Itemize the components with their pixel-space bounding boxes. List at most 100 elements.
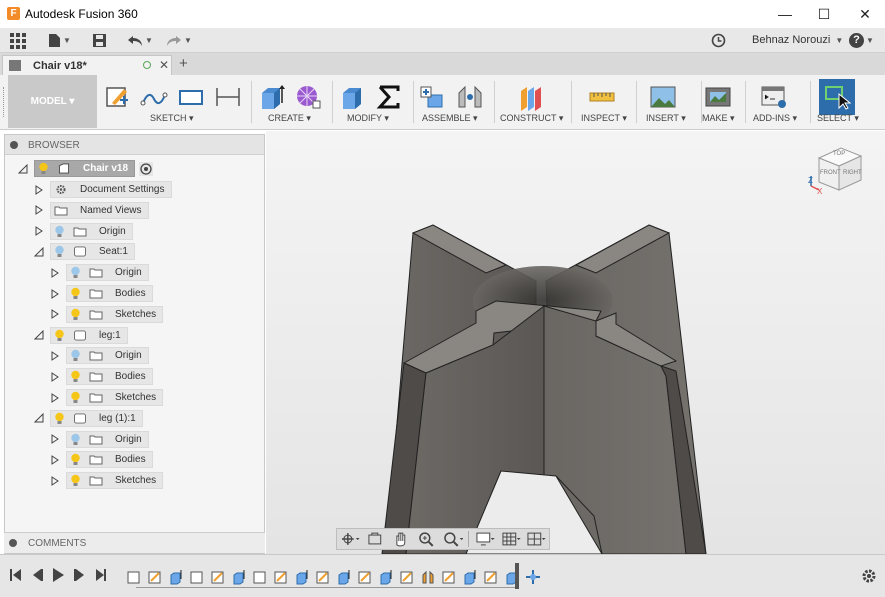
visibility-bulb-icon[interactable] bbox=[70, 391, 81, 404]
timeline-feature[interactable] bbox=[441, 569, 457, 585]
timeline-feature[interactable] bbox=[147, 569, 163, 585]
assemble-group[interactable]: ASSEMBLE ▾ bbox=[416, 75, 492, 128]
save-button[interactable] bbox=[92, 31, 107, 50]
viewports-icon[interactable] bbox=[525, 530, 547, 548]
expand-arrow-icon[interactable] bbox=[50, 267, 60, 278]
look-at-icon[interactable] bbox=[365, 530, 387, 548]
visibility-bulb-icon[interactable] bbox=[70, 474, 81, 487]
browser-node[interactable]: leg (1):1 bbox=[34, 409, 143, 428]
activate-radio-icon[interactable] bbox=[139, 161, 154, 176]
insert-group[interactable]: INSERT ▾ bbox=[639, 75, 699, 128]
timeline-feature[interactable] bbox=[462, 569, 478, 585]
timeline-feature[interactable] bbox=[399, 569, 415, 585]
collapse-arrow-icon[interactable] bbox=[18, 163, 28, 174]
collapse-arrow-icon[interactable] bbox=[34, 246, 44, 257]
visibility-bulb-icon[interactable] bbox=[38, 162, 49, 175]
expand-arrow-icon[interactable] bbox=[50, 434, 60, 445]
browser-node[interactable]: Bodies bbox=[50, 450, 153, 469]
canvas-viewport[interactable] bbox=[266, 131, 885, 554]
browser-node[interactable]: Origin bbox=[50, 346, 149, 365]
view-cube-front[interactable]: FRONT bbox=[820, 170, 841, 176]
browser-node[interactable]: Sketches bbox=[50, 471, 164, 490]
timeline-feature[interactable] bbox=[420, 569, 436, 585]
browser-node[interactable]: Origin bbox=[50, 430, 149, 449]
expand-arrow-icon[interactable] bbox=[50, 371, 60, 382]
collapse-arrow-icon[interactable] bbox=[34, 330, 44, 340]
data-panel-button[interactable] bbox=[10, 31, 26, 50]
timeline-feature[interactable] bbox=[315, 569, 331, 585]
close-tab-button[interactable]: ✕ bbox=[159, 58, 169, 72]
expand-arrow-icon[interactable] bbox=[34, 184, 44, 195]
make-group[interactable]: MAKE ▾ bbox=[702, 75, 744, 128]
browser-node[interactable]: Origin bbox=[34, 222, 133, 241]
undo-button[interactable]: ▼ bbox=[127, 31, 153, 50]
visibility-bulb-icon[interactable] bbox=[70, 433, 81, 446]
create-group[interactable]: CREATE ▾ bbox=[254, 75, 330, 128]
modify-group[interactable]: MODIFY ▾ bbox=[335, 75, 411, 128]
expand-arrow-icon[interactable] bbox=[50, 454, 60, 465]
timeline-feature[interactable] bbox=[168, 569, 184, 585]
timeline-feature[interactable] bbox=[231, 569, 247, 585]
browser-node[interactable]: Origin bbox=[50, 263, 149, 282]
timeline-feature[interactable] bbox=[210, 569, 226, 585]
browser-node[interactable]: Sketches bbox=[50, 388, 164, 407]
comments-panel[interactable]: COMMENTS bbox=[4, 532, 265, 553]
timeline-feature[interactable] bbox=[336, 569, 352, 585]
browser-root-node[interactable]: Chair v18 bbox=[18, 159, 154, 178]
timeline-track[interactable] bbox=[126, 565, 540, 588]
help-button[interactable]: ? ▼ bbox=[849, 31, 874, 50]
browser-node[interactable]: leg:1 bbox=[34, 326, 128, 345]
expand-arrow-icon[interactable] bbox=[50, 309, 60, 320]
redo-button[interactable]: ▼ bbox=[166, 31, 192, 50]
close-window-button[interactable]: ✕ bbox=[845, 0, 885, 28]
timeline-feature[interactable] bbox=[483, 569, 499, 585]
expand-arrow-icon[interactable] bbox=[50, 475, 60, 486]
expand-arrow-icon[interactable] bbox=[34, 226, 44, 237]
timeline-feature[interactable] bbox=[294, 569, 310, 585]
expand-arrow-icon[interactable] bbox=[34, 205, 44, 216]
timeline-feature[interactable] bbox=[126, 569, 142, 585]
orbit-icon[interactable] bbox=[339, 530, 361, 548]
sketch-group[interactable]: SKETCH ▾ bbox=[100, 75, 250, 128]
minimize-button[interactable]: — bbox=[765, 0, 805, 28]
user-account-menu[interactable]: Behnaz Norouzi ▼ bbox=[752, 34, 843, 46]
timeline-feature[interactable] bbox=[357, 569, 373, 585]
new-tab-button[interactable]: + bbox=[179, 55, 188, 72]
zoom-icon[interactable] bbox=[416, 530, 438, 548]
timeline-feature[interactable] bbox=[378, 569, 394, 585]
inspect-group[interactable]: INSPECT ▾ bbox=[574, 75, 634, 128]
timeline-feature[interactable] bbox=[525, 569, 541, 585]
browser-header[interactable]: BROWSER bbox=[5, 135, 264, 155]
maximize-button[interactable]: ☐ bbox=[804, 0, 844, 28]
construct-group[interactable]: CONSTRUCT ▾ bbox=[497, 75, 569, 128]
browser-node[interactable]: Named Views bbox=[34, 201, 149, 220]
add-ins-group[interactable]: ADD-INS ▾ bbox=[748, 75, 808, 128]
visibility-bulb-icon[interactable] bbox=[70, 266, 81, 279]
document-tab[interactable]: Chair v18* ✕ bbox=[2, 55, 172, 75]
visibility-bulb-icon[interactable] bbox=[54, 329, 65, 342]
expand-icon[interactable] bbox=[9, 539, 17, 547]
browser-node[interactable]: Document Settings bbox=[34, 180, 172, 199]
workspace-switcher[interactable]: MODEL ▾ bbox=[8, 75, 97, 128]
visibility-bulb-icon[interactable] bbox=[70, 370, 81, 383]
browser-node[interactable]: Bodies bbox=[50, 284, 153, 303]
chair-model[interactable] bbox=[266, 131, 885, 554]
browser-node[interactable]: Seat:1 bbox=[34, 242, 135, 261]
visibility-bulb-icon[interactable] bbox=[70, 308, 81, 321]
browser-node[interactable]: Bodies bbox=[50, 367, 153, 386]
visibility-bulb-icon[interactable] bbox=[54, 225, 65, 238]
visibility-bulb-icon[interactable] bbox=[70, 287, 81, 300]
view-cube-top[interactable]: TOP bbox=[833, 151, 845, 157]
file-menu-button[interactable]: ▼ bbox=[48, 31, 71, 50]
view-cube-right[interactable]: RIGHT bbox=[843, 170, 862, 176]
pan-hand-icon[interactable] bbox=[390, 530, 412, 548]
display-settings-icon[interactable] bbox=[474, 530, 496, 548]
expand-arrow-icon[interactable] bbox=[50, 392, 60, 403]
view-cube[interactable]: TOP FRONT RIGHT Z X bbox=[805, 140, 867, 202]
expand-arrow-icon[interactable] bbox=[50, 350, 60, 361]
visibility-bulb-icon[interactable] bbox=[70, 453, 81, 466]
fit-zoom-icon[interactable] bbox=[442, 530, 464, 548]
browser-node[interactable]: Sketches bbox=[50, 305, 164, 324]
timeline-feature[interactable] bbox=[273, 569, 289, 585]
visibility-bulb-icon[interactable] bbox=[70, 349, 81, 362]
